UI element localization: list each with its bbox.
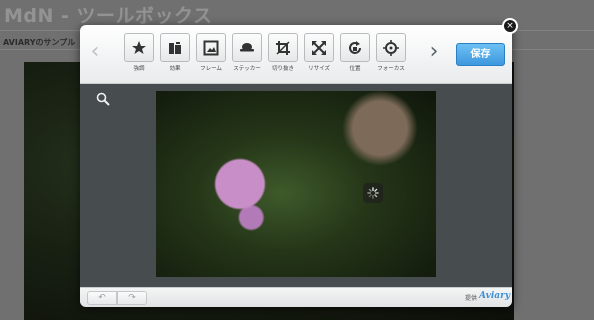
editor-toolbar: ‹ 強調 効果 フレーム ステッカー 切り抜き リサイズ 位置 フォーカス › … [80, 25, 512, 90]
zoom-icon[interactable] [96, 91, 110, 106]
save-button[interactable]: 保存 [456, 43, 505, 66]
tool-effects[interactable]: 効果 [158, 33, 192, 72]
focus-icon [376, 33, 406, 62]
undo-button[interactable]: ↶ [87, 291, 117, 305]
close-button[interactable]: × [502, 18, 518, 34]
enhance-icon [124, 33, 154, 62]
tool-focus[interactable]: フォーカス [374, 33, 408, 72]
tool-label: リサイズ [308, 66, 330, 72]
powered-by-label: 提供 [465, 295, 478, 302]
loading-spinner-icon [363, 183, 383, 203]
tool-frames[interactable]: フレーム [194, 33, 228, 72]
tool-label: 強調 [133, 66, 145, 72]
frame-icon [196, 33, 226, 62]
chevron-right-icon[interactable]: › [423, 37, 445, 69]
resize-icon [304, 33, 334, 62]
orientation-icon [340, 33, 370, 62]
crop-icon [268, 33, 298, 62]
aviary-logo[interactable]: Aviary [479, 291, 510, 301]
edited-photo[interactable] [156, 91, 436, 277]
chevron-left-icon[interactable]: ‹ [84, 37, 106, 69]
editor-footer: ↶ ↷ 提供 Aviary [80, 287, 512, 307]
tool-label: 切り抜き [271, 66, 294, 72]
sticker-icon [232, 33, 262, 62]
tool-resize[interactable]: リサイズ [302, 33, 336, 72]
page-indicator [254, 75, 275, 90]
redo-button[interactable]: ↷ [117, 291, 147, 305]
tool-label: ステッカー [233, 66, 261, 72]
tool-crop[interactable]: 切り抜き [266, 33, 300, 72]
tool-label: フォーカス [377, 66, 405, 72]
editor-canvas [80, 84, 512, 287]
effects-icon [160, 33, 190, 62]
tool-label: 位置 [349, 66, 361, 72]
tool-stickers[interactable]: ステッカー [230, 33, 264, 72]
tool-label: フレーム [200, 66, 222, 72]
tool-orientation[interactable]: 位置 [338, 33, 372, 72]
tool-enhance[interactable]: 強調 [122, 33, 156, 72]
tool-label: 効果 [169, 66, 181, 72]
photo-editor-dialog: ‹ 強調 効果 フレーム ステッカー 切り抜き リサイズ 位置 フォーカス › … [80, 25, 512, 307]
